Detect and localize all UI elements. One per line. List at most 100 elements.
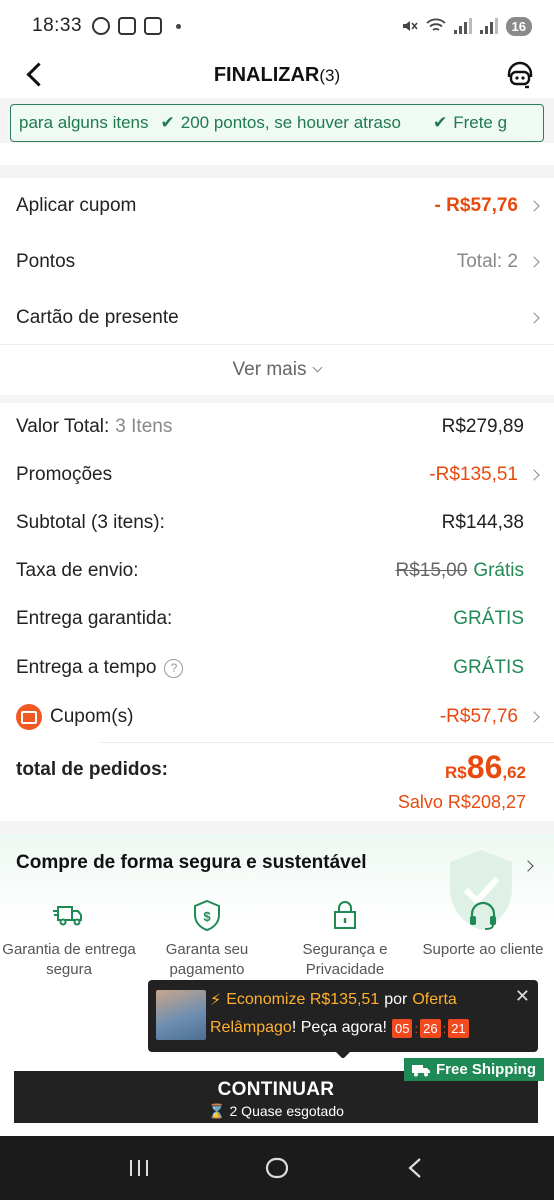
subtotal-value: R$144,38	[441, 512, 524, 533]
guaranteed-delivery-label: Entrega garantida:	[16, 608, 173, 629]
points-row[interactable]: Pontos Total: 2	[0, 234, 554, 290]
shipping-old-price: R$15,00	[395, 560, 468, 581]
feature-safe-delivery: Garantia de entrega segura	[0, 898, 138, 980]
scrolled-content-stub	[0, 143, 554, 165]
total-value-amount: R$279,89	[441, 416, 524, 437]
total-value-items: 3 Itens	[115, 416, 173, 437]
secure-shopping-title: Compre de forma segura e sustentável	[16, 852, 367, 873]
promo-oferta: Oferta	[412, 991, 457, 1008]
benefits-marquee: para alguns itens ✔ 200 pontos, se houve…	[10, 104, 544, 142]
feature-label: Garanta seu pagamento	[165, 941, 249, 978]
summary-promotions-row[interactable]: Promoções -R$135,51	[0, 451, 554, 499]
coupons-label: Cupom(s)	[50, 706, 134, 727]
subtotal-label: Subtotal (3 itens):	[16, 512, 165, 533]
status-time: 18:33	[32, 15, 83, 36]
coupons-value: -R$57,76	[439, 706, 518, 727]
total-value-label: Valor Total:	[16, 416, 110, 437]
check-icon: ✔	[160, 113, 175, 132]
back-arrow-icon[interactable]	[22, 60, 52, 90]
points-value: Total: 2	[456, 251, 518, 272]
recent-apps-button[interactable]	[124, 1153, 154, 1183]
countdown-timer: 05:26:21	[392, 1018, 469, 1038]
help-icon[interactable]: ?	[164, 658, 184, 678]
close-icon[interactable]: ✕	[515, 986, 530, 1007]
ontime-delivery-label: Entrega a tempo	[16, 657, 157, 678]
promotions-value: -R$135,51	[429, 464, 518, 485]
hourglass-icon: ⌛	[208, 1103, 226, 1119]
summary-coupons-row[interactable]: Cupom(s) -R$57,76	[0, 693, 554, 741]
stock-warning: 2 Quase esgotado	[229, 1103, 344, 1119]
marquee-item: Frete g	[453, 113, 508, 132]
item-count: (3)	[319, 65, 341, 85]
shipping-label: Taxa de envio:	[16, 560, 139, 581]
chevron-right-icon	[528, 469, 540, 481]
promo-economize: Economize R$135,51	[226, 991, 380, 1008]
battery-badge: 16	[505, 16, 532, 36]
coupon-discount-value: - R$57,76	[434, 195, 518, 216]
home-button[interactable]	[262, 1153, 292, 1183]
saved-row: Salvo R$208,27	[0, 788, 554, 816]
order-total-currency: R$	[445, 763, 467, 782]
system-nav-bar	[0, 1136, 554, 1200]
order-summary-card: Valor Total: 3 Itens R$279,89 Promoções …	[0, 403, 554, 821]
marquee-item: 200 pontos, se houver atraso	[180, 113, 401, 132]
see-more-label: Ver mais	[232, 359, 307, 380]
home-icon	[265, 1157, 289, 1179]
feature-label: Garantia de entrega segura	[2, 941, 136, 978]
chevron-right-icon	[528, 200, 540, 212]
coupon-icon	[16, 704, 42, 730]
flash-sale-popup[interactable]: ✕ ⚡ Economize R$135,51 por Oferta Relâmp…	[148, 980, 538, 1052]
order-total-cents: ,62	[502, 763, 526, 782]
chevron-right-icon	[528, 256, 540, 268]
notification-dot-icon	[176, 23, 182, 29]
signal-icon	[453, 18, 472, 34]
shop-bag-icon	[144, 17, 163, 35]
system-back-button[interactable]	[400, 1153, 430, 1183]
marquee-item: para alguns itens	[19, 113, 149, 132]
status-bar: 18:33 16	[0, 0, 554, 52]
points-label: Pontos	[16, 251, 76, 272]
divider	[100, 742, 554, 743]
free-shipping-label: Free Shipping	[435, 1061, 536, 1078]
signal-2-icon	[479, 18, 498, 34]
summary-total-value-row: Valor Total: 3 Itens R$279,89	[0, 403, 554, 451]
timer-seconds: 21	[448, 1018, 469, 1038]
promo-relampago: Relâmpago	[210, 1019, 292, 1036]
ontime-delivery-value: GRÁTIS	[453, 657, 524, 678]
see-more-button[interactable]: Ver mais	[0, 345, 554, 395]
chevron-right-icon	[528, 312, 540, 324]
apply-coupon-label: Aplicar cupom	[16, 195, 137, 216]
summary-subtotal-row: Subtotal (3 itens): R$144,38	[0, 499, 554, 547]
gift-card-label: Cartão de presente	[16, 307, 179, 328]
shipping-value: Grátis	[473, 560, 524, 581]
lock-icon	[334, 901, 356, 929]
checkout-bottom-bar: CONTINUAR ⌛ 2 Quase esgotado Free Shippin…	[0, 1058, 554, 1136]
summary-shipping-row: Taxa de envio: R$15,00 Grátis	[0, 547, 554, 595]
timer-hours: 05	[392, 1018, 413, 1038]
promo-por: por	[384, 991, 408, 1008]
check-icon: ✔	[432, 113, 448, 132]
customer-service-icon[interactable]	[504, 60, 536, 92]
feature-payment: $ Garanta seu pagamento	[138, 898, 276, 980]
truck-icon	[411, 1064, 430, 1076]
promo-peca: ! Peça agora!	[291, 1019, 387, 1036]
chevron-right-icon	[528, 711, 540, 723]
saved-amount: Salvo R$208,27	[397, 791, 526, 812]
feature-support: Suporte ao cliente	[414, 898, 552, 960]
gift-card-row[interactable]: Cartão de presente	[0, 290, 554, 346]
feature-privacy: Segurança e Privacidade	[276, 898, 414, 980]
page-header: FINALIZAR(3)	[0, 52, 554, 98]
scan-icon	[118, 17, 137, 35]
headset-icon	[470, 901, 496, 930]
product-thumbnail	[156, 990, 206, 1040]
chevron-down-icon	[313, 362, 323, 373]
order-total-integer: 86	[466, 749, 503, 785]
apply-coupon-row[interactable]: Aplicar cupom - R$57,76	[0, 178, 554, 234]
order-total-label: total de pedidos:	[16, 759, 168, 780]
promotions-label: Promoções	[16, 464, 113, 485]
chevron-right-icon	[522, 860, 534, 872]
lightning-icon: ⚡	[210, 992, 222, 1009]
shield-dollar-icon: $	[194, 899, 220, 932]
svg-text:$: $	[203, 909, 211, 924]
whatsapp-icon	[92, 17, 111, 35]
